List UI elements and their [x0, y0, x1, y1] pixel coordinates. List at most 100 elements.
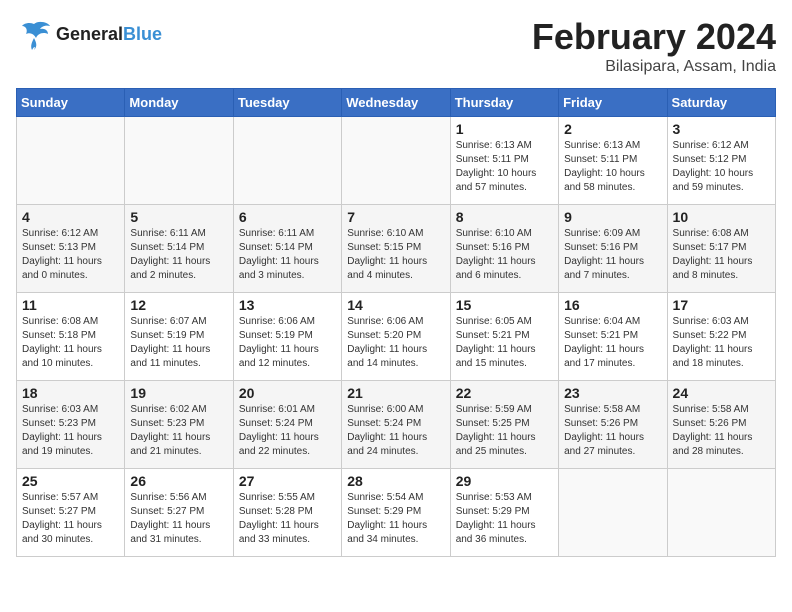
logo: GeneralBlue [16, 16, 162, 52]
day-number: 1 [456, 121, 553, 137]
day-number: 3 [673, 121, 770, 137]
day-info: Sunrise: 6:11 AMSunset: 5:14 PMDaylight:… [239, 227, 336, 283]
day-info: Sunrise: 5:53 AMSunset: 5:29 PMDaylight:… [456, 491, 553, 547]
day-number: 13 [239, 297, 336, 313]
weekday-header-saturday: Saturday [667, 89, 775, 117]
calendar-day-8: 8Sunrise: 6:10 AMSunset: 5:16 PMDaylight… [450, 205, 558, 293]
calendar-week-5: 25 Sunrise: 5:57 AMSunset: 5:27 PMDayligh… [17, 469, 776, 557]
day-info: Sunrise: 6:08 AMSunset: 5:17 PMDaylight:… [673, 227, 770, 283]
day-info: Sunrise: 6:12 AMSunset: 5:13 PMDaylight:… [22, 227, 119, 283]
day-number: 10 [673, 209, 770, 225]
day-info: Sunrise: 6:09 AMSunset: 5:16 PMDaylight:… [564, 227, 661, 283]
calendar-day-11: 11 Sunrise: 6:08 AMSunset: 5:18 PMDayligh… [17, 293, 125, 381]
day-number: 11 [22, 297, 119, 313]
calendar-empty-cell [559, 469, 667, 557]
weekday-header-tuesday: Tuesday [233, 89, 341, 117]
day-number: 4 [22, 209, 119, 225]
day-number: 23 [564, 385, 661, 401]
weekday-header-wednesday: Wednesday [342, 89, 450, 117]
calendar-day-17: 17Sunrise: 6:03 AMSunset: 5:22 PMDayligh… [667, 293, 775, 381]
day-number: 25 [22, 473, 119, 489]
day-info: Sunrise: 5:55 AMSunset: 5:28 PMDaylight:… [239, 491, 336, 547]
day-number: 15 [456, 297, 553, 313]
calendar-day-9: 9 Sunrise: 6:09 AMSunset: 5:16 PMDaylight… [559, 205, 667, 293]
calendar-day-7: 7Sunrise: 6:10 AMSunset: 5:15 PMDaylight… [342, 205, 450, 293]
day-number: 9 [564, 209, 661, 225]
day-info: Sunrise: 6:05 AMSunset: 5:21 PMDaylight:… [456, 315, 553, 371]
day-info: Sunrise: 6:03 AMSunset: 5:23 PMDaylight:… [22, 403, 119, 459]
weekday-header-monday: Monday [125, 89, 233, 117]
day-number: 24 [673, 385, 770, 401]
calendar-day-14: 14 Sunrise: 6:06 AMSunset: 5:20 PMDayligh… [342, 293, 450, 381]
calendar-location: Bilasipara, Assam, India [532, 58, 776, 76]
calendar-day-3: 3Sunrise: 6:12 AMSunset: 5:12 PMDaylight… [667, 117, 775, 205]
calendar-day-16: 16 Sunrise: 6:04 AMSunset: 5:21 PMDayligh… [559, 293, 667, 381]
day-number: 20 [239, 385, 336, 401]
day-number: 19 [130, 385, 227, 401]
day-number: 2 [564, 121, 661, 137]
calendar-day-23: 23 Sunrise: 5:58 AMSunset: 5:26 PMDayligh… [559, 381, 667, 469]
calendar-table: SundayMondayTuesdayWednesdayThursdayFrid… [16, 88, 776, 557]
calendar-week-4: 18 Sunrise: 6:03 AMSunset: 5:23 PMDayligh… [17, 381, 776, 469]
calendar-day-25: 25 Sunrise: 5:57 AMSunset: 5:27 PMDayligh… [17, 469, 125, 557]
day-number: 22 [456, 385, 553, 401]
calendar-day-18: 18 Sunrise: 6:03 AMSunset: 5:23 PMDayligh… [17, 381, 125, 469]
calendar-day-10: 10 Sunrise: 6:08 AMSunset: 5:17 PMDayligh… [667, 205, 775, 293]
calendar-title-block: February 2024 Bilasipara, Assam, India [532, 16, 776, 76]
calendar-body: 1 Sunrise: 6:13 AMSunset: 5:11 PMDaylight… [17, 117, 776, 557]
calendar-empty-cell [342, 117, 450, 205]
calendar-empty-cell [667, 469, 775, 557]
page-header: GeneralBlue February 2024 Bilasipara, As… [16, 16, 776, 76]
day-info: Sunrise: 6:00 AMSunset: 5:24 PMDaylight:… [347, 403, 444, 459]
day-info: Sunrise: 5:59 AMSunset: 5:25 PMDaylight:… [456, 403, 553, 459]
day-number: 16 [564, 297, 661, 313]
day-number: 5 [130, 209, 227, 225]
day-number: 12 [130, 297, 227, 313]
logo-bird-icon [16, 16, 52, 52]
day-info: Sunrise: 5:54 AMSunset: 5:29 PMDaylight:… [347, 491, 444, 547]
calendar-day-21: 21 Sunrise: 6:00 AMSunset: 5:24 PMDayligh… [342, 381, 450, 469]
day-number: 14 [347, 297, 444, 313]
day-info: Sunrise: 5:57 AMSunset: 5:27 PMDaylight:… [22, 491, 119, 547]
calendar-week-2: 4 Sunrise: 6:12 AMSunset: 5:13 PMDaylight… [17, 205, 776, 293]
calendar-day-2: 2 Sunrise: 6:13 AMSunset: 5:11 PMDaylight… [559, 117, 667, 205]
calendar-header: SundayMondayTuesdayWednesdayThursdayFrid… [17, 89, 776, 117]
day-number: 18 [22, 385, 119, 401]
calendar-month-year: February 2024 [532, 16, 776, 58]
weekday-header-thursday: Thursday [450, 89, 558, 117]
calendar-week-1: 1 Sunrise: 6:13 AMSunset: 5:11 PMDaylight… [17, 117, 776, 205]
day-info: Sunrise: 6:01 AMSunset: 5:24 PMDaylight:… [239, 403, 336, 459]
calendar-day-12: 12 Sunrise: 6:07 AMSunset: 5:19 PMDayligh… [125, 293, 233, 381]
calendar-day-29: 29 Sunrise: 5:53 AMSunset: 5:29 PMDayligh… [450, 469, 558, 557]
day-info: Sunrise: 6:07 AMSunset: 5:19 PMDaylight:… [130, 315, 227, 371]
calendar-day-5: 5 Sunrise: 6:11 AMSunset: 5:14 PMDaylight… [125, 205, 233, 293]
day-number: 6 [239, 209, 336, 225]
day-number: 17 [673, 297, 770, 313]
weekday-row: SundayMondayTuesdayWednesdayThursdayFrid… [17, 89, 776, 117]
day-info: Sunrise: 6:13 AMSunset: 5:11 PMDaylight:… [456, 139, 553, 195]
logo-text: GeneralBlue [56, 24, 162, 45]
day-info: Sunrise: 6:08 AMSunset: 5:18 PMDaylight:… [22, 315, 119, 371]
day-info: Sunrise: 6:06 AMSunset: 5:19 PMDaylight:… [239, 315, 336, 371]
calendar-day-24: 24 Sunrise: 5:58 AMSunset: 5:26 PMDayligh… [667, 381, 775, 469]
day-info: Sunrise: 6:10 AMSunset: 5:16 PMDaylight:… [456, 227, 553, 283]
calendar-empty-cell [125, 117, 233, 205]
day-info: Sunrise: 6:13 AMSunset: 5:11 PMDaylight:… [564, 139, 661, 195]
day-info: Sunrise: 5:58 AMSunset: 5:26 PMDaylight:… [673, 403, 770, 459]
day-info: Sunrise: 5:56 AMSunset: 5:27 PMDaylight:… [130, 491, 227, 547]
day-info: Sunrise: 6:11 AMSunset: 5:14 PMDaylight:… [130, 227, 227, 283]
day-info: Sunrise: 6:06 AMSunset: 5:20 PMDaylight:… [347, 315, 444, 371]
calendar-day-20: 20 Sunrise: 6:01 AMSunset: 5:24 PMDayligh… [233, 381, 341, 469]
day-info: Sunrise: 6:04 AMSunset: 5:21 PMDaylight:… [564, 315, 661, 371]
calendar-day-15: 15 Sunrise: 6:05 AMSunset: 5:21 PMDayligh… [450, 293, 558, 381]
calendar-empty-cell [233, 117, 341, 205]
day-number: 7 [347, 209, 444, 225]
day-info: Sunrise: 5:58 AMSunset: 5:26 PMDaylight:… [564, 403, 661, 459]
weekday-header-friday: Friday [559, 89, 667, 117]
day-info: Sunrise: 6:02 AMSunset: 5:23 PMDaylight:… [130, 403, 227, 459]
calendar-day-6: 6 Sunrise: 6:11 AMSunset: 5:14 PMDaylight… [233, 205, 341, 293]
day-number: 21 [347, 385, 444, 401]
weekday-header-sunday: Sunday [17, 89, 125, 117]
calendar-day-28: 28Sunrise: 5:54 AMSunset: 5:29 PMDayligh… [342, 469, 450, 557]
day-number: 29 [456, 473, 553, 489]
